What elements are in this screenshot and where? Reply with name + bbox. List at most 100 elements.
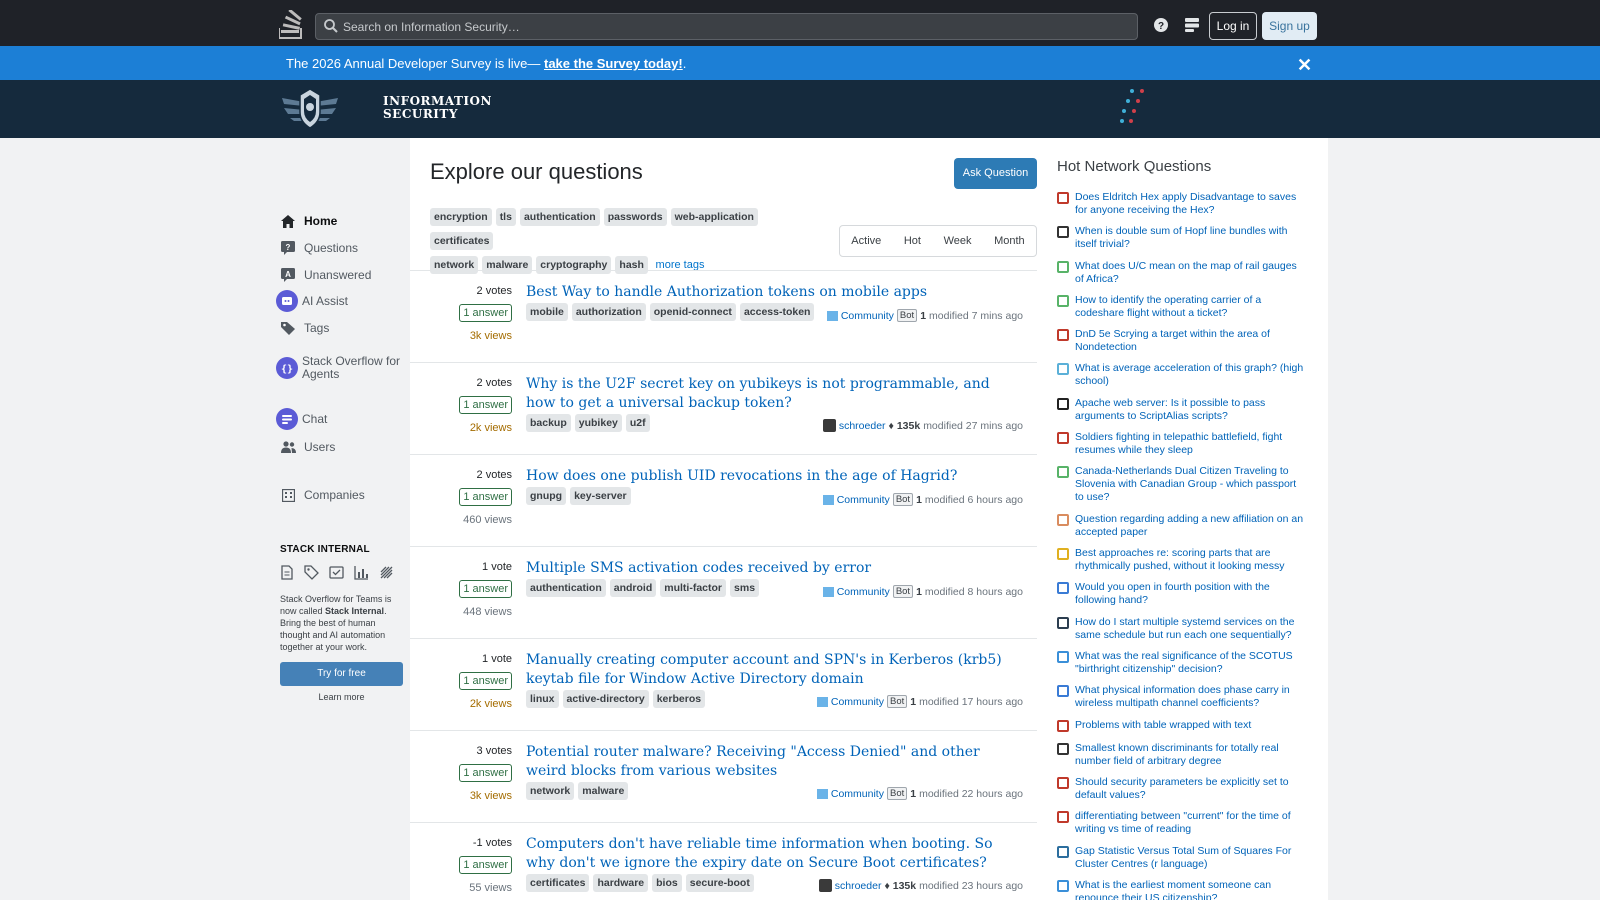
hnq-link[interactable]: Problems with table wrapped with text	[1075, 719, 1251, 731]
hnq-item[interactable]: Apache web server: Is it possible to pas…	[1057, 397, 1307, 431]
hnq-item[interactable]: What does U/C mean on the map of rail ga…	[1057, 260, 1307, 294]
question-title[interactable]: How does one publish UID revocations in …	[526, 467, 1011, 486]
filter-week[interactable]: Week	[944, 235, 972, 247]
signup-button[interactable]: Sign up	[1262, 12, 1317, 40]
survey-link[interactable]: take the Survey today!	[544, 56, 683, 71]
question-title[interactable]: Manually creating computer account and S…	[526, 651, 1011, 689]
avatar[interactable]	[826, 310, 838, 321]
hnq-link[interactable]: What was the real significance of the SC…	[1075, 650, 1293, 675]
hnq-item[interactable]: Soldiers fighting in telepathic battlefi…	[1057, 431, 1307, 465]
tag[interactable]: web-application	[670, 208, 758, 226]
tag[interactable]: authorization	[571, 303, 646, 321]
question-title[interactable]: Computers don't have reliable time infor…	[526, 835, 1011, 873]
tag[interactable]: malware	[578, 782, 629, 800]
hnq-item[interactable]: DnD 5e Scrying a target within the area …	[1057, 328, 1307, 362]
nav-questions[interactable]: ? Questions	[274, 235, 410, 261]
question-title[interactable]: Multiple SMS activation codes received b…	[526, 559, 1011, 578]
hnq-item[interactable]: Question regarding adding a new affiliat…	[1057, 513, 1307, 547]
avatar[interactable]	[816, 696, 828, 707]
filter-active[interactable]: Active	[851, 235, 881, 247]
site-name[interactable]: INFORMATION SECURITY	[383, 95, 492, 121]
modified-time[interactable]: modified 27 mins ago	[923, 420, 1023, 432]
nav-agents[interactable]: {} Stack Overflow for Agents	[274, 351, 410, 385]
tag[interactable]: multi-factor	[660, 579, 727, 597]
tag[interactable]: mobile	[526, 303, 568, 321]
hnq-link[interactable]: Should security parameters be explicitly…	[1075, 776, 1289, 801]
close-icon[interactable]: ✕	[1297, 55, 1312, 76]
tag[interactable]: secure-boot	[685, 874, 754, 892]
security-emblem-icon[interactable]	[280, 86, 340, 132]
site-switcher-icon[interactable]	[1184, 17, 1200, 33]
tag[interactable]: sms	[730, 579, 760, 597]
hnq-item[interactable]: How do I start multiple systemd services…	[1057, 616, 1307, 650]
nav-tags[interactable]: Tags	[274, 315, 410, 341]
tag[interactable]: tls	[495, 208, 516, 226]
hnq-link[interactable]: DnD 5e Scrying a target within the area …	[1075, 328, 1270, 353]
user-link[interactable]: Community	[841, 310, 894, 322]
tag[interactable]: u2f	[625, 414, 650, 432]
tag[interactable]: certificates	[526, 874, 590, 892]
search-box[interactable]: Search on Information Security…	[315, 13, 1138, 40]
try-for-free-button[interactable]: Try for free	[280, 662, 403, 686]
tag[interactable]: encryption	[430, 208, 492, 226]
tag[interactable]: yubikey	[574, 414, 622, 432]
hnq-item[interactable]: What was the real significance of the SC…	[1057, 650, 1307, 684]
user-link[interactable]: Community	[831, 696, 884, 708]
avatar[interactable]	[822, 494, 834, 505]
modified-time[interactable]: modified 22 hours ago	[919, 788, 1023, 800]
question-title[interactable]: Why is the U2F secret key on yubikeys is…	[526, 375, 1011, 413]
question-title[interactable]: Best Way to handle Authorization tokens …	[526, 283, 1011, 302]
hnq-link[interactable]: How to identify the operating carrier of…	[1075, 294, 1261, 319]
avatar[interactable]	[822, 586, 834, 597]
tag[interactable]: linux	[526, 690, 559, 708]
hnq-item[interactable]: When is double sum of Hopf line bundles …	[1057, 225, 1307, 259]
hnq-item[interactable]: What is average acceleration of this gra…	[1057, 362, 1307, 396]
login-button[interactable]: Log in	[1209, 12, 1257, 40]
tag[interactable]: certificates	[430, 232, 494, 250]
hnq-item[interactable]: Smallest known discriminants for totally…	[1057, 742, 1307, 776]
nav-users[interactable]: Users	[274, 434, 410, 460]
hnq-item[interactable]: Problems with table wrapped with text	[1057, 719, 1307, 742]
hnq-item[interactable]: Gap Statistic Versus Total Sum of Square…	[1057, 845, 1307, 879]
modified-time[interactable]: modified 6 hours ago	[925, 494, 1023, 506]
learn-more-link[interactable]: Learn more	[280, 692, 403, 702]
hnq-link[interactable]: Would you open in fourth position with t…	[1075, 581, 1270, 606]
question-title[interactable]: Potential router malware? Receiving "Acc…	[526, 743, 1011, 781]
tag[interactable]: hardware	[593, 874, 649, 892]
tag[interactable]: passwords	[603, 208, 667, 226]
hnq-link[interactable]: What is average acceleration of this gra…	[1075, 362, 1303, 387]
tag[interactable]: authentication	[526, 579, 606, 597]
hnq-item[interactable]: Should security parameters be explicitly…	[1057, 776, 1307, 810]
hnq-item[interactable]: What physical information does phase car…	[1057, 684, 1307, 718]
hnq-link[interactable]: Soldiers fighting in telepathic battlefi…	[1075, 431, 1282, 456]
modified-time[interactable]: modified 23 hours ago	[919, 880, 1023, 892]
tag[interactable]: authentication	[519, 208, 600, 226]
hnq-item[interactable]: differentiating between "current" for th…	[1057, 810, 1307, 844]
hnq-link[interactable]: Gap Statistic Versus Total Sum of Square…	[1075, 845, 1291, 870]
avatar[interactable]	[818, 879, 832, 892]
modified-time[interactable]: modified 7 mins ago	[929, 310, 1023, 322]
nav-ai-assist[interactable]: AI Assist	[274, 288, 410, 314]
hnq-link[interactable]: Does Eldritch Hex apply Disadvantage to …	[1075, 191, 1296, 216]
tag[interactable]: access-token	[739, 303, 815, 321]
nav-chat[interactable]: Chat	[274, 406, 410, 432]
nav-companies[interactable]: Companies	[274, 482, 410, 508]
hnq-item[interactable]: Does Eldritch Hex apply Disadvantage to …	[1057, 191, 1307, 225]
nav-home[interactable]: Home	[274, 208, 410, 234]
hnq-link[interactable]: Apache web server: Is it possible to pas…	[1075, 397, 1265, 422]
hnq-item[interactable]: What is the earliest moment someone can …	[1057, 879, 1307, 900]
hnq-link[interactable]: differentiating between "current" for th…	[1075, 810, 1291, 835]
user-link[interactable]: schroeder	[835, 880, 882, 892]
modified-time[interactable]: modified 17 hours ago	[919, 696, 1023, 708]
modified-time[interactable]: modified 8 hours ago	[925, 586, 1023, 598]
tag[interactable]: key-server	[570, 487, 631, 505]
hnq-link[interactable]: How do I start multiple systemd services…	[1075, 616, 1294, 641]
user-link[interactable]: Community	[831, 788, 884, 800]
tag[interactable]: openid-connect	[649, 303, 736, 321]
user-link[interactable]: schroeder	[839, 420, 886, 432]
tag[interactable]: network	[526, 782, 575, 800]
hnq-link[interactable]: What is the earliest moment someone can …	[1075, 879, 1271, 900]
help-icon[interactable]: ?	[1153, 17, 1169, 33]
hnq-link[interactable]: Smallest known discriminants for totally…	[1075, 742, 1279, 767]
tag[interactable]: backup	[526, 414, 571, 432]
